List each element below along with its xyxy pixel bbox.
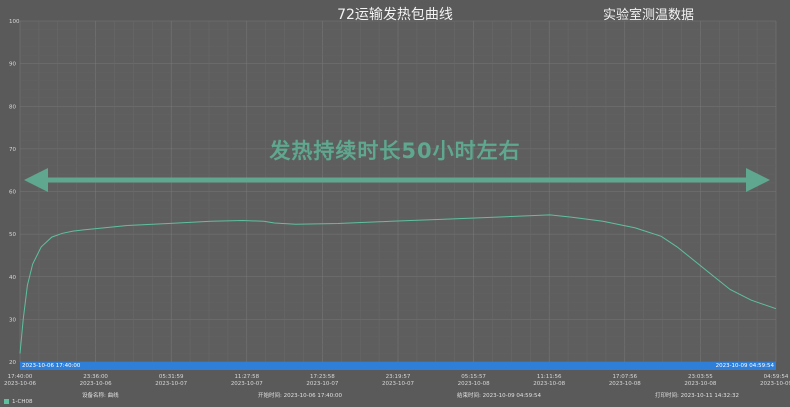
x-tick-date: 2023-10-06 [80, 381, 112, 387]
x-tick-time: 23:03:55 [688, 374, 713, 380]
legend-label: 1-CH08 [12, 399, 33, 405]
x-tick-date: 2023-10-08 [458, 381, 490, 387]
x-tick-date: 2023-10-08 [609, 381, 641, 387]
chart-subtitle: 实验室测温数据 [602, 8, 694, 23]
range-end-label: 2023-10-09 04:59:54 [715, 363, 774, 369]
footer-start-time: 开始时间: 2023-10-06 17:40:00 [258, 393, 343, 399]
y-tick-label: 50 [9, 232, 16, 238]
y-tick-label: 30 [9, 317, 16, 323]
x-tick-date: 2023-10-06 [4, 381, 36, 387]
y-tick-label: 20 [9, 360, 16, 366]
grid-lines [19, 20, 777, 363]
x-tick-time: 23:19:57 [386, 374, 411, 380]
y-tick-label: 60 [9, 190, 16, 196]
y-axis-ticks: 2030405060708090100 [9, 19, 20, 366]
legend[interactable]: 1-CH08 [4, 399, 32, 405]
x-tick-time: 17:40:00 [8, 374, 33, 380]
duration-annotation: 发热持续时长50小时左右 [269, 139, 521, 163]
footer-info: 设备名称: 曲线 开始时间: 2023-10-06 17:40:00 结束时间:… [0, 388, 790, 407]
x-tick-date: 2023-10-07 [306, 381, 338, 387]
x-tick-time: 05:31:59 [159, 374, 184, 380]
x-tick-date: 2023-10-07 [231, 381, 263, 387]
y-tick-label: 90 [9, 62, 16, 68]
y-tick-label: 40 [9, 275, 16, 281]
x-tick-date: 2023-10-08 [684, 381, 716, 387]
x-tick-time: 17:23:58 [310, 374, 335, 380]
x-tick-time: 11:11:56 [537, 374, 562, 380]
footer-device: 设备名称: 曲线 [82, 393, 119, 399]
x-tick-date: 2023-10-09 [760, 381, 790, 387]
time-range-slider[interactable]: 2023-10-06 17:40:00 2023-10-09 04:59:54 [20, 362, 776, 370]
x-tick-time: 04:59:54 [764, 374, 789, 380]
x-tick-date: 2023-10-07 [155, 381, 187, 387]
x-tick-time: 11:27:58 [234, 374, 259, 380]
x-tick-date: 2023-10-08 [533, 381, 565, 387]
x-tick-time: 05:15:57 [461, 374, 486, 380]
footer-print-time: 打印时间: 2023-10-11 14:32:32 [655, 393, 740, 399]
footer-end-time: 结束时间: 2023-10-09 04:59:54 [457, 393, 542, 399]
chart-canvas: 2030405060708090100 17:40:002023-10-0623… [4, 19, 790, 387]
x-axis-ticks: 17:40:002023-10-0623:36:002023-10-0605:3… [4, 374, 790, 387]
range-start-label: 2023-10-06 17:40:00 [22, 363, 81, 369]
x-tick-time: 17:07:56 [612, 374, 637, 380]
legend-swatch [4, 399, 9, 404]
x-tick-date: 2023-10-07 [382, 381, 414, 387]
x-tick-time: 23:36:00 [83, 374, 108, 380]
y-tick-label: 80 [9, 104, 16, 110]
